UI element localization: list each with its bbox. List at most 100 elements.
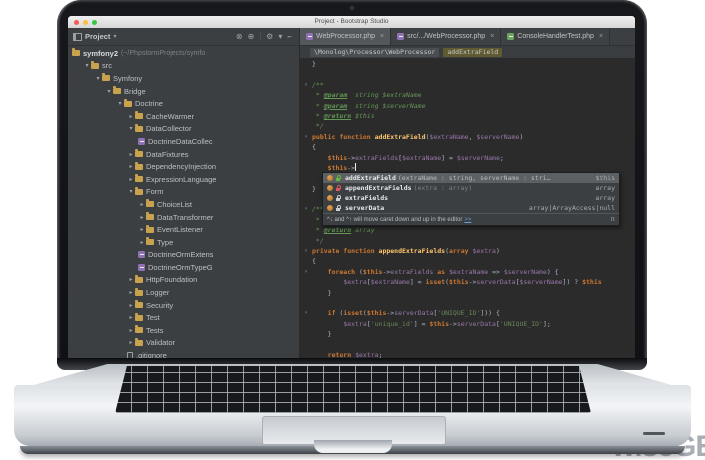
fold-marker-icon[interactable]: ▾ (300, 204, 312, 214)
completion-return-type: array (595, 184, 615, 192)
collapse-arrow-icon[interactable]: ▾ (94, 75, 102, 82)
tree-item-validator[interactable]: ▸ Validator (68, 337, 299, 350)
tree-item-bridge[interactable]: ▾ Bridge (68, 85, 299, 98)
chevron-down-icon[interactable]: ▾ (113, 33, 116, 40)
collapse-arrow-icon[interactable]: ▾ (83, 62, 91, 69)
close-tab-icon[interactable]: × (490, 33, 494, 40)
tree-item-label: DataTransformer (157, 213, 213, 222)
settings-gear-icon[interactable]: ⚙ (266, 33, 273, 41)
completion-item-addExtraField[interactable]: addExtraField(extraName : string, server… (323, 173, 619, 183)
autocomplete-popup: addExtraField(extraName : string, server… (322, 172, 620, 226)
tree-item-src[interactable]: ▾src (68, 60, 299, 73)
project-toolwindow-header[interactable]: Project ▾ ⊗⊕|⚙▾⌐ (68, 28, 300, 45)
close-tab-icon[interactable]: × (599, 33, 603, 40)
pi-symbol: π (611, 216, 616, 223)
tab-label: src/.../WebProcessor.php (407, 33, 485, 40)
close-circle-icon[interactable]: ⊗ (236, 33, 243, 41)
tab-webprocessor-php[interactable]: WebProcessor.php× (300, 28, 391, 45)
php-file-icon (397, 33, 404, 40)
tree-item-security[interactable]: ▸Security (68, 299, 299, 312)
tree-item-tests[interactable]: ▸ Tests (68, 324, 299, 337)
expand-arrow-icon[interactable]: ▸ (138, 226, 146, 233)
expand-arrow-icon[interactable]: ▸ (127, 276, 135, 283)
tree-item-dependencyinjection[interactable]: ▸DependencyInjection (68, 160, 299, 173)
expand-arrow-icon[interactable]: ▸ (127, 176, 135, 183)
tree-item-logger[interactable]: ▸Logger (68, 286, 299, 299)
completion-name: extraFields (345, 194, 388, 202)
tree-item-choicelist[interactable]: ▸ChoiceList (68, 198, 299, 211)
project-tree[interactable]: symfony2(~/PhpstormProjects/symfo▾src▾Sy… (68, 46, 300, 362)
folder-icon (135, 340, 143, 346)
code-text: } (312, 184, 316, 194)
code-line: ▾/** (300, 80, 635, 90)
close-tab-icon[interactable]: × (380, 33, 384, 40)
collapse-arrow-icon[interactable]: ▾ (127, 188, 135, 195)
fold-marker-icon[interactable]: ▾ (300, 308, 312, 318)
tree-item-label: Validator (146, 338, 175, 347)
expand-arrow-icon[interactable]: ▸ (127, 151, 135, 158)
code-text: foreach ($this->extraFields as $extraNam… (312, 267, 559, 277)
collapse-arrow-icon[interactable]: ▾ (127, 125, 135, 132)
tree-item-expressionlanguage[interactable]: ▸ ExpressionLanguage (68, 173, 299, 186)
completion-item-serverData[interactable]: serverDataarray|ArrayAccess|null (323, 203, 619, 213)
collapse-arrow-icon[interactable]: ▾ (105, 88, 113, 95)
expand-arrow-icon[interactable]: ▸ (138, 239, 146, 246)
completion-item-appendExtraFields[interactable]: appendExtraFields(extra : array)array (323, 183, 619, 193)
tree-item-label: Tests (146, 326, 164, 335)
tree-item-type[interactable]: ▸Type (68, 236, 299, 249)
tree-item-label: DataCollector (146, 124, 191, 133)
tree-item-httpfoundation[interactable]: ▸HttpFoundation (68, 274, 299, 287)
completion-return-type: array (595, 194, 615, 202)
tree-item-doctrine[interactable]: ▾Doctrine (68, 97, 299, 110)
tree-item-datatransformer[interactable]: ▸ DataTransformer (68, 211, 299, 224)
tree-item-doctrineormtypeg[interactable]: DoctrineOrmTypeG (68, 261, 299, 274)
tree-item-label: DataFixtures (146, 150, 189, 159)
code-line: */ (300, 121, 635, 131)
tree-item-label: Bridge (124, 87, 146, 96)
php-file-icon (138, 251, 145, 258)
fold-marker-icon[interactable]: ▾ (300, 246, 312, 256)
popup-more-link[interactable]: >> (464, 217, 471, 223)
tree-item-form[interactable]: ▾Form (68, 186, 299, 199)
expand-arrow-icon[interactable]: ▸ (127, 339, 135, 346)
collapse-arrow-icon[interactable]: ▾ (116, 100, 124, 107)
tab-src-webprocessor-php[interactable]: src/.../WebProcessor.php × (391, 28, 501, 45)
key-icon (335, 205, 341, 211)
expand-arrow-icon[interactable]: ▸ (127, 302, 135, 309)
tree-item-symfony2[interactable]: symfony2(~/PhpstormProjects/symfo (68, 47, 299, 60)
tree-item-symfony[interactable]: ▾Symfony (68, 72, 299, 85)
code-line: * @return $this (300, 111, 635, 121)
expand-arrow-icon[interactable]: ▸ (127, 327, 135, 334)
expand-arrow-icon[interactable]: ▸ (127, 163, 135, 170)
fold-marker-icon[interactable]: ▾ (300, 132, 312, 142)
tree-item-datafixtures[interactable]: ▸ DataFixtures (68, 148, 299, 161)
completion-item-extraFields[interactable]: extraFields array (323, 193, 619, 203)
tree-item-datacollector[interactable]: ▾ DataCollector (68, 123, 299, 136)
expand-arrow-icon[interactable]: ▸ (138, 214, 146, 221)
tree-item-label: ExpressionLanguage (146, 175, 216, 184)
expand-arrow-icon[interactable]: ▸ (127, 113, 135, 120)
expand-arrow-icon[interactable]: ▸ (127, 289, 135, 296)
breadcrumb-class[interactable]: \Monolog\Processor\WebProcessor (310, 48, 439, 57)
completion-params: (extra : array) (414, 184, 473, 192)
tree-item-doctrineormextens[interactable]: DoctrineOrmExtens (68, 249, 299, 262)
tree-item-cachewarmer[interactable]: ▸CacheWarmer (68, 110, 299, 123)
breadcrumb-method[interactable]: addExtraField (443, 48, 502, 57)
code-line: * @param string $extraName (300, 90, 635, 100)
tree-item-eventlistener[interactable]: ▸EventListener (68, 223, 299, 236)
code-text: */ (312, 236, 324, 246)
locate-icon[interactable]: ⊕ (248, 33, 255, 41)
popup-hint-text: ^↓ and ^↑ will move caret down and up in… (327, 217, 462, 223)
tree-item-test[interactable]: ▸Test (68, 311, 299, 324)
expand-arrow-icon[interactable]: ▸ (127, 314, 135, 321)
fold-marker-icon[interactable]: ▾ (300, 80, 312, 90)
tab-consolehandlertest-php[interactable]: ConsoleHandlerTest.php× (501, 28, 610, 45)
completion-return-type: $this (595, 174, 615, 182)
tree-item-doctrinedatacollec[interactable]: DoctrineDataCollec (68, 135, 299, 148)
folder-icon (72, 50, 80, 56)
screen: Project - Bootstrap Studio Project ▾ ⊗⊕|… (68, 16, 635, 362)
fold-marker-icon[interactable]: ▾ (300, 267, 312, 277)
expand-arrow-icon[interactable]: ▸ (138, 201, 146, 208)
hide-panel-icon[interactable]: ⌐ (287, 33, 292, 41)
gear-caret[interactable]: ▾ (278, 33, 282, 41)
